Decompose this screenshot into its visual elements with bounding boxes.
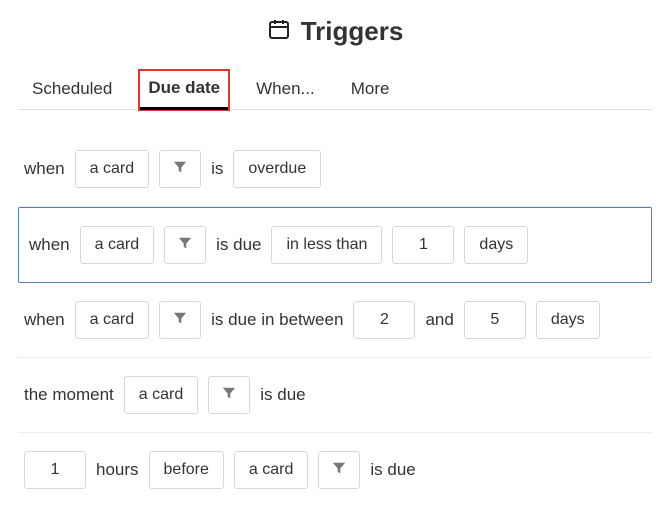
page-title: Triggers: [301, 16, 404, 47]
filter-icon: [173, 160, 187, 179]
rule-text: is due in between: [211, 310, 343, 330]
rule-text: is due: [216, 235, 261, 255]
filter-icon: [178, 236, 192, 255]
number-input[interactable]: 1: [24, 451, 86, 489]
rule-text: when: [24, 159, 65, 179]
subject-select[interactable]: a card: [75, 150, 149, 188]
filter-button[interactable]: [318, 451, 360, 489]
rule-text: is: [211, 159, 223, 179]
subject-select[interactable]: a card: [234, 451, 308, 489]
filter-button[interactable]: [159, 301, 201, 339]
tab-when[interactable]: When...: [252, 71, 319, 109]
rule-text: hours: [96, 460, 139, 480]
rule-row[interactable]: when a card is due in less than 1 days: [18, 207, 652, 283]
rule-text: the moment: [24, 385, 114, 405]
subject-select[interactable]: a card: [75, 301, 149, 339]
rule-text: when: [24, 310, 65, 330]
tab-due-date[interactable]: Due date: [140, 71, 228, 109]
rule-text: when: [29, 235, 70, 255]
rule-text: is due: [370, 460, 415, 480]
rule-row[interactable]: 1 hours before a card is due: [18, 433, 652, 507]
tabs: Scheduled Due date When... More: [18, 71, 652, 110]
rule-text: and: [425, 310, 453, 330]
filter-icon: [332, 461, 346, 480]
filter-button[interactable]: [164, 226, 206, 264]
rule-text: is due: [260, 385, 305, 405]
tab-scheduled[interactable]: Scheduled: [28, 71, 116, 109]
subject-select[interactable]: a card: [124, 376, 198, 414]
subject-select[interactable]: a card: [80, 226, 154, 264]
number-input[interactable]: 2: [353, 301, 415, 339]
rule-row[interactable]: when a card is overdue: [18, 132, 652, 207]
rule-row[interactable]: when a card is due in between 2 and 5 da…: [18, 283, 652, 358]
rules-list: when a card is overdue when a card: [18, 132, 652, 507]
page-header: Triggers: [18, 16, 652, 47]
number-input[interactable]: 5: [464, 301, 526, 339]
calendar-icon: [267, 17, 291, 46]
unit-select[interactable]: days: [536, 301, 600, 339]
unit-select[interactable]: days: [464, 226, 528, 264]
filter-icon: [173, 311, 187, 330]
tab-more[interactable]: More: [347, 71, 394, 109]
filter-button[interactable]: [159, 150, 201, 188]
rule-row[interactable]: the moment a card is due: [18, 358, 652, 433]
filter-icon: [222, 386, 236, 405]
filter-button[interactable]: [208, 376, 250, 414]
number-input[interactable]: 1: [392, 226, 454, 264]
relation-select[interactable]: before: [149, 451, 224, 489]
comparator-select[interactable]: in less than: [271, 226, 382, 264]
state-select[interactable]: overdue: [233, 150, 321, 188]
